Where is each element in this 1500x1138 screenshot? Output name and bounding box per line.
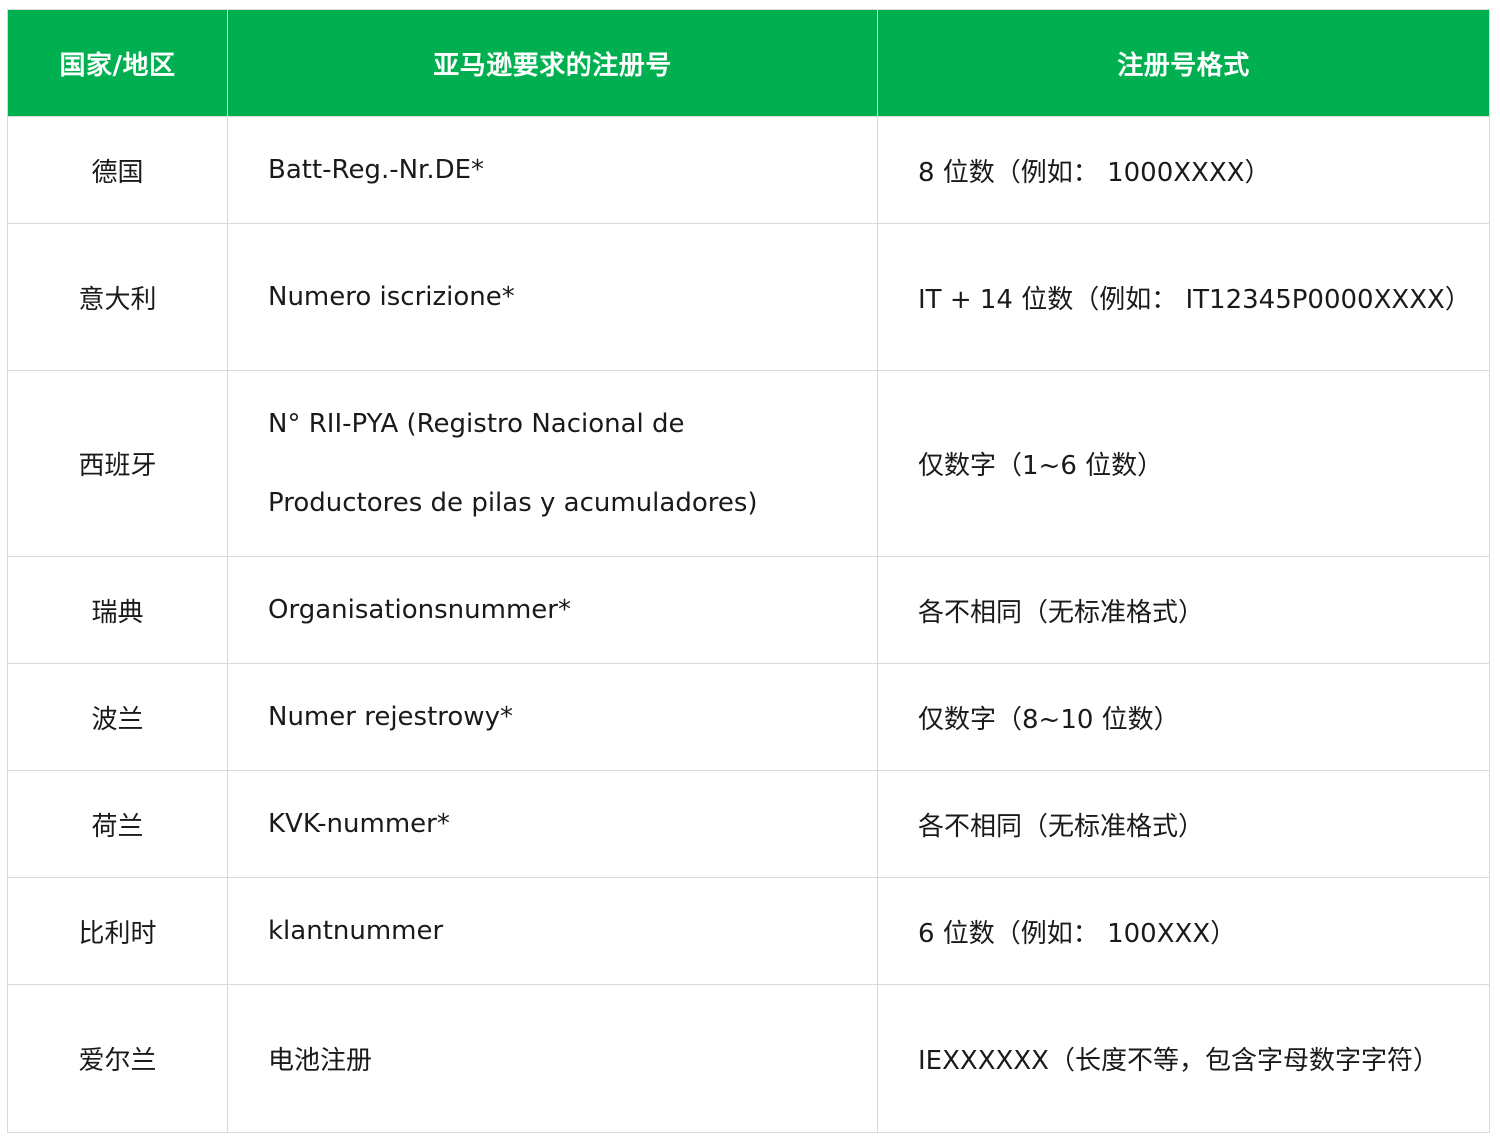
registration-number-cell: Batt-Reg.-Nr.DE* <box>227 116 878 224</box>
registration-number-cell: Numer rejestrowy* <box>227 663 878 771</box>
table-row: 荷兰 KVK-nummer* 各不相同（无标准格式） <box>7 770 1490 878</box>
registration-table: 国家/地区 亚马逊要求的注册号 注册号格式 德国 Batt-Reg.-Nr.DE… <box>7 9 1490 1133</box>
table-row: 瑞典 Organisationsnummer* 各不相同（无标准格式） <box>7 556 1490 664</box>
table-row: 比利时 klantnummer 6 位数（例如： 100XXX） <box>7 877 1490 985</box>
header-registration-number: 亚马逊要求的注册号 <box>227 9 878 117</box>
table-row: 德国 Batt-Reg.-Nr.DE* 8 位数（例如： 1000XXXX） <box>7 116 1490 224</box>
table-row: 意大利 Numero iscrizione* IT + 14 位数（例如： IT… <box>7 223 1490 371</box>
registration-number-line: Productores de pilas y acumuladores) <box>268 487 758 518</box>
format-cell: 仅数字（1~6 位数） <box>877 370 1490 557</box>
registration-number-cell: N° RII-PYA (Registro Nacional de Product… <box>227 370 878 557</box>
country-cell: 爱尔兰 <box>7 984 228 1133</box>
format-cell: 8 位数（例如： 1000XXXX） <box>877 116 1490 224</box>
table-row: 波兰 Numer rejestrowy* 仅数字（8~10 位数） <box>7 663 1490 771</box>
format-cell: IEXXXXXX（长度不等，包含字母数字字符） <box>877 984 1490 1133</box>
table-row: 爱尔兰 电池注册 IEXXXXXX（长度不等，包含字母数字字符） <box>7 984 1490 1133</box>
format-cell: 各不相同（无标准格式） <box>877 770 1490 878</box>
country-cell: 德国 <box>7 116 228 224</box>
country-cell: 意大利 <box>7 223 228 371</box>
table-row: 西班牙 N° RII-PYA (Registro Nacional de Pro… <box>7 370 1490 557</box>
country-cell: 西班牙 <box>7 370 228 557</box>
registration-number-cell: klantnummer <box>227 877 878 985</box>
format-cell: 仅数字（8~10 位数） <box>877 663 1490 771</box>
registration-number-cell: 电池注册 <box>227 984 878 1133</box>
table-header-row: 国家/地区 亚马逊要求的注册号 注册号格式 <box>7 9 1490 117</box>
registration-number-line: N° RII-PYA (Registro Nacional de <box>268 408 685 439</box>
country-cell: 荷兰 <box>7 770 228 878</box>
country-cell: 瑞典 <box>7 556 228 664</box>
header-number-format: 注册号格式 <box>877 9 1490 117</box>
header-country: 国家/地区 <box>7 9 228 117</box>
registration-number-cell: KVK-nummer* <box>227 770 878 878</box>
country-cell: 波兰 <box>7 663 228 771</box>
format-cell: 各不相同（无标准格式） <box>877 556 1490 664</box>
format-cell: 6 位数（例如： 100XXX） <box>877 877 1490 985</box>
format-cell: IT + 14 位数（例如： IT12345P0000XXXX） <box>877 223 1490 371</box>
registration-number-cell: Numero iscrizione* <box>227 223 878 371</box>
registration-number-cell: Organisationsnummer* <box>227 556 878 664</box>
country-cell: 比利时 <box>7 877 228 985</box>
